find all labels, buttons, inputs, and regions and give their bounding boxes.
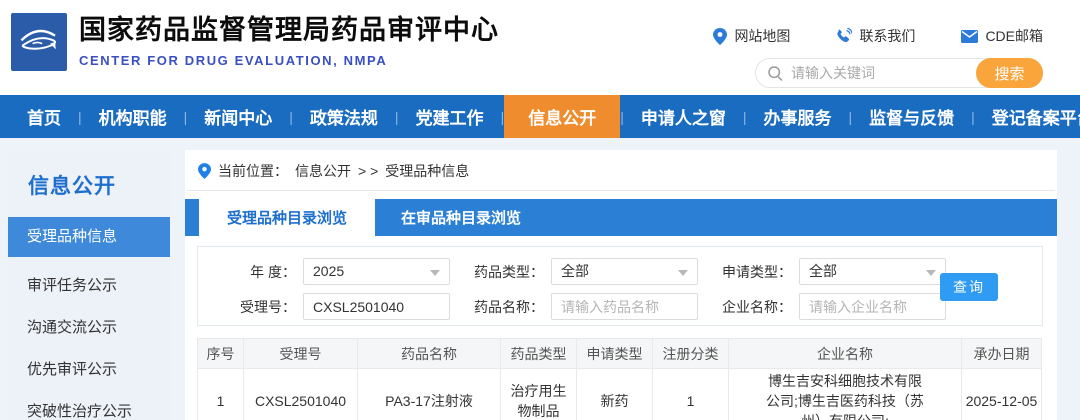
tab-bar: 受理品种目录浏览 在审品种目录浏览 [185,199,1057,236]
nav-item-party-building[interactable]: 党建工作 [399,95,501,138]
nav-item-registration-platform[interactable]: 登记备案平台 [975,95,1080,138]
nav-item-policies[interactable]: 政策法规 [293,95,395,138]
drug-type-label: 药品类型： [474,263,544,280]
breadcrumb-current[interactable]: 受理品种信息 [385,161,469,181]
search-button[interactable]: 搜索 [976,58,1043,88]
cell-company: 博生吉安科细胞技术有限公司;博生吉医药科技（苏州）有限公司; [728,368,962,420]
sidebar: 信息公开 受理品种信息 审评任务公示 沟通交流公示 优先审评公示 突破性治疗公示 [8,150,170,420]
company-name-input[interactable] [799,293,946,320]
nav-item-home[interactable]: 首页 [10,95,78,138]
cell-seq: 1 [197,368,244,420]
brand-block: 国家药品监督管理局药品审评中心 CENTER FOR DRUG EVALUATI… [79,13,499,68]
sidebar-item-accepted-varieties[interactable]: 受理品种信息 [8,217,170,257]
nav-item-applicant-window[interactable]: 申请人之窗 [624,95,743,138]
filter-row-2: 受理号： 药品名称： 企业名称： [198,293,1042,320]
link-contact-label: 联系我们 [859,28,916,44]
table-row: 1 CXSL2501040 PA3-17注射液 治疗用生物制品 新药 1 博生吉… [197,368,1042,420]
filter-panel: 年 度： 2025 药品类型： 全部 申请类型： 全部 受理号： CXSL250… [197,246,1043,326]
acceptance-number-label: 受理号： [240,298,296,315]
drug-type-select-value: 全部 [561,263,589,279]
breadcrumb-divider [187,190,1055,191]
cell-apply-type: 新药 [576,368,653,420]
site-title: 国家药品监督管理局药品审评中心 [79,15,499,45]
cell-drug-type-text: 治疗用生物制品 [510,383,567,419]
cell-undertake-date: 2025-12-05 [961,368,1042,420]
cde-logo [11,13,67,71]
mail-icon [961,29,979,43]
apply-type-label: 申请类型： [722,263,792,280]
link-sitemap[interactable]: 网站地图 [713,26,790,46]
drug-name-input[interactable] [551,293,698,320]
company-name-label: 企业名称： [722,298,792,315]
table-header-row: 序号 受理号 药品名称 药品类型 申请类型 注册分类 企业名称 承办日期 [197,338,1042,369]
cell-registration-class: 1 [652,368,729,420]
link-mail-label: CDE邮箱 [985,28,1043,44]
year-label: 年 度： [250,263,296,280]
location-pin-icon [198,163,211,179]
breadcrumb-separator: > > [358,163,379,179]
sidebar-item-review-task-publicity[interactable]: 审评任务公示 [8,276,170,296]
year-select[interactable]: 2025 [303,258,450,285]
column-header-seq: 序号 [197,338,244,369]
drug-type-select[interactable]: 全部 [551,258,698,285]
cell-company-text: 博生吉安科细胞技术有限公司;博生吉医药科技（苏州）有限公司; [766,373,924,420]
chevron-down-icon [430,270,440,276]
nav-item-functions[interactable]: 机构职能 [82,95,184,138]
nav-item-news[interactable]: 新闻中心 [187,95,289,138]
main-nav: 首页 | 机构职能 | 新闻中心 | 政策法规 | 党建工作 | 信息公开 | … [0,95,1080,138]
breadcrumb-prefix: 当前位置： [218,163,288,179]
site-subtitle: CENTER FOR DRUG EVALUATION, NMPA [79,53,388,68]
content-area: 信息公开 受理品种信息 审评任务公示 沟通交流公示 优先审评公示 突破性治疗公示… [0,138,1080,420]
acceptance-number-input[interactable] [303,293,450,320]
link-contact[interactable]: 联系我们 [836,26,915,46]
link-sitemap-label: 网站地图 [734,28,791,44]
nav-item-services[interactable]: 办事服务 [746,95,848,138]
chevron-down-icon [678,270,688,276]
breadcrumb: 当前位置： 信息公开 > > 受理品种信息 [185,150,1057,190]
tab-under-review-catalog[interactable]: 在审品种目录浏览 [375,199,547,236]
filter-row-1: 年 度： 2025 药品类型： 全部 申请类型： 全部 [198,258,1042,285]
site-header: 国家药品监督管理局药品审评中心 CENTER FOR DRUG EVALUATI… [0,0,1080,95]
cde-logo-icon [20,29,56,50]
search-input[interactable] [791,65,951,81]
sidebar-item-communication-publicity[interactable]: 沟通交流公示 [8,318,170,338]
sidebar-item-priority-review-publicity[interactable]: 优先审评公示 [8,360,170,380]
column-header-apply-type: 申请类型 [576,338,653,369]
column-header-undertake-date: 承办日期 [961,338,1042,369]
cell-drug-name: PA3-17注射液 [357,368,501,420]
query-button[interactable]: 查询 [940,273,998,301]
apply-type-select-value: 全部 [809,263,837,279]
results-table: 序号 受理号 药品名称 药品类型 申请类型 注册分类 企业名称 承办日期 1 C… [197,338,1042,420]
phone-icon [837,28,853,43]
apply-type-select[interactable]: 全部 [799,258,946,285]
column-header-company: 企业名称 [728,338,962,369]
column-header-drug-type: 药品类型 [500,338,577,369]
cell-acceptance-number: CXSL2501040 [243,368,358,420]
sidebar-title: 信息公开 [28,175,116,198]
main-panel: 当前位置： 信息公开 > > 受理品种信息 受理品种目录浏览 在审品种目录浏览 年… [185,150,1057,420]
year-select-value: 2025 [313,263,345,279]
tab-accepted-catalog[interactable]: 受理品种目录浏览 [199,199,376,236]
header-quick-links: 网站地图 联系我们 CDE邮箱 [713,26,1043,46]
nav-item-supervision-feedback[interactable]: 监督与反馈 [852,95,971,138]
location-pin-icon [713,27,728,45]
cell-drug-type: 治疗用生物制品 [500,368,577,420]
drug-name-label: 药品名称： [474,298,544,315]
sidebar-item-breakthrough-therapy-publicity[interactable]: 突破性治疗公示 [8,402,170,420]
column-header-registration-class: 注册分类 [652,338,729,369]
nav-item-information-disclosure[interactable]: 信息公开 [504,95,621,138]
site-search: 搜索 [755,58,1043,88]
column-header-acceptance-number: 受理号 [243,338,358,369]
chevron-down-icon [926,270,936,276]
column-header-drug-name: 药品名称 [357,338,501,369]
search-icon [768,65,783,81]
link-mail[interactable]: CDE邮箱 [961,26,1043,46]
breadcrumb-section[interactable]: 信息公开 [295,161,351,181]
